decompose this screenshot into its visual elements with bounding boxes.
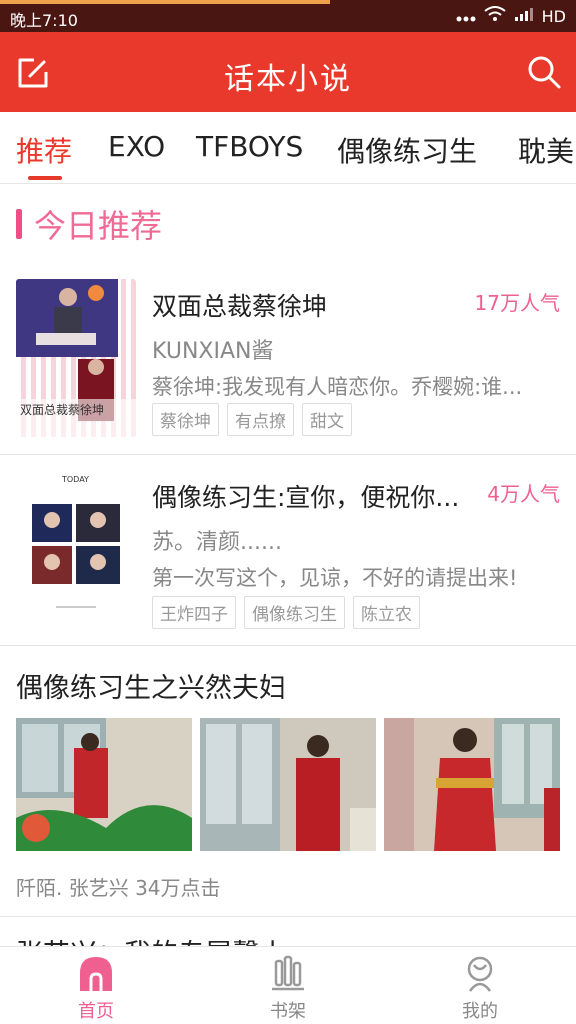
- nav-home-label: 首页: [78, 1001, 114, 1022]
- status-bar: 晚上7:10 HD: [0, 0, 576, 32]
- app-title: 话本小说: [224, 62, 352, 97]
- book-author: KUNXIAN酱: [152, 339, 274, 364]
- book-popularity: 4万人气: [487, 482, 560, 506]
- tab-tfboys[interactable]: TFBOYS: [196, 130, 303, 163]
- cover-title: 双面总裁蔡徐坤: [20, 402, 104, 417]
- book-cover: 双面总裁蔡徐坤: [16, 279, 136, 437]
- divider: [0, 916, 576, 917]
- nav-profile-label: 我的: [462, 1001, 498, 1022]
- book-tag[interactable]: 蔡徐坤: [152, 403, 219, 436]
- book-description: 第一次写这个，见谅，不好的请提出来!: [152, 566, 518, 590]
- profile-icon: [462, 955, 498, 993]
- category-tabs: 推荐 EXO TFBOYS 偶像练习生 耽美: [0, 112, 576, 184]
- book-tag[interactable]: 陈立农: [353, 596, 420, 629]
- divider: [0, 454, 576, 455]
- wifi-icon: [484, 6, 506, 26]
- post-photos: [16, 718, 560, 851]
- search-icon: [526, 56, 562, 94]
- book-card[interactable]: 双面总裁蔡徐坤 双面总裁蔡徐坤 17万人气 KUNXIAN酱 蔡徐坤:我发现有人…: [0, 279, 576, 454]
- book-cover: TODAY: [16, 470, 136, 628]
- book-tags: 蔡徐坤 有点撩 甜文: [152, 403, 352, 436]
- tab-danmei[interactable]: 耽美: [518, 130, 574, 170]
- home-icon: [78, 955, 114, 993]
- book-tags: 王炸四子 偶像练习生 陈立农: [152, 596, 420, 629]
- book-description: 蔡徐坤:我发现有人暗恋你。乔樱婉:谁...: [152, 375, 523, 399]
- signal-icon: [514, 6, 534, 26]
- post-title: 偶像练习生之兴然夫妇: [16, 673, 286, 704]
- page-load-progress: [0, 0, 330, 4]
- divider: [0, 645, 576, 646]
- status-time: 晚上7:10: [10, 11, 78, 30]
- active-tab-indicator: [28, 176, 62, 180]
- book-author: 苏。清颜......: [152, 530, 282, 555]
- book-title: 双面总裁蔡徐坤: [152, 292, 328, 321]
- cover-title: TODAY: [61, 475, 89, 484]
- section-accent-bar: [16, 209, 22, 239]
- search-button[interactable]: [526, 54, 562, 90]
- book-tag[interactable]: 有点撩: [227, 403, 294, 436]
- nav-bookshelf[interactable]: 书架: [192, 947, 384, 1024]
- book-tag[interactable]: 偶像练习生: [244, 596, 345, 629]
- network-type: HD: [541, 6, 566, 26]
- tab-exo[interactable]: EXO: [108, 130, 165, 163]
- post-photo[interactable]: [384, 718, 560, 851]
- post-meta: 阡陌. 张艺兴 34万点击: [16, 876, 221, 900]
- book-tag[interactable]: 甜文: [302, 403, 352, 436]
- more-dots-icon: [456, 7, 476, 26]
- book-card[interactable]: TODAY 偶像练习生:宣你，便祝你... 4万人气 苏。清颜...... 第一…: [0, 470, 576, 645]
- bottom-nav: 首页 书架 我的: [0, 946, 576, 1024]
- bookshelf-icon: [270, 955, 306, 993]
- nav-profile[interactable]: 我的: [384, 947, 576, 1024]
- post-photo[interactable]: [16, 718, 192, 851]
- book-popularity: 17万人气: [474, 291, 560, 315]
- post-photo[interactable]: [200, 718, 376, 851]
- section-title: 今日推荐: [34, 207, 163, 245]
- section-header: 今日推荐: [16, 204, 163, 245]
- nav-bookshelf-label: 书架: [270, 1001, 306, 1022]
- tab-recommend[interactable]: 推荐: [16, 130, 72, 170]
- book-tag[interactable]: 王炸四子: [152, 596, 236, 629]
- nav-home[interactable]: 首页: [0, 947, 192, 1024]
- tab-idol-trainee[interactable]: 偶像练习生: [337, 130, 477, 170]
- app-bar: 话本小说: [0, 32, 576, 112]
- book-title: 偶像练习生:宣你，便祝你...: [152, 483, 460, 512]
- status-icons: HD: [456, 6, 566, 26]
